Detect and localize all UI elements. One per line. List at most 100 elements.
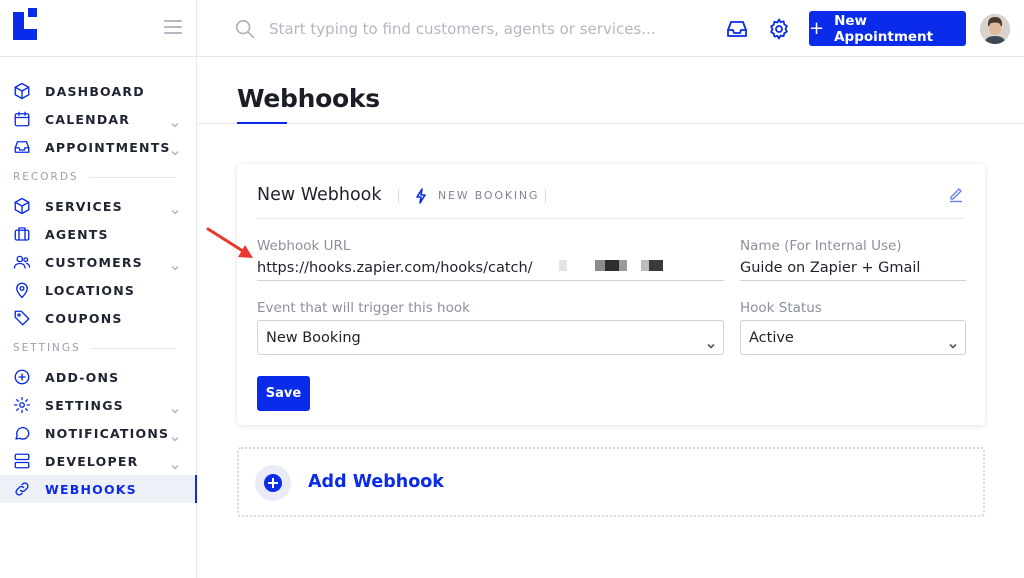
- search-input[interactable]: [269, 16, 689, 42]
- sidebar-header: [0, 0, 196, 57]
- redacted-block: [605, 260, 619, 271]
- top-bar: + New Appointment: [197, 0, 1024, 57]
- sidebar-item-agents[interactable]: AGENTS: [0, 220, 196, 248]
- name-label: Name (For Internal Use): [740, 238, 902, 254]
- divider: [545, 189, 546, 203]
- logo[interactable]: [13, 8, 41, 40]
- chevron-down-icon[interactable]: [171, 201, 179, 215]
- link-icon: [12, 479, 32, 499]
- add-webhook-button[interactable]: Add Webhook: [237, 447, 985, 517]
- sidebar-item-label: CALENDAR: [45, 111, 131, 127]
- sidebar-item-label: ADD-ONS: [45, 369, 120, 385]
- save-button[interactable]: Save: [257, 376, 310, 411]
- sidebar-item-dashboard[interactable]: DASHBOARD: [0, 77, 196, 105]
- chevron-down-icon[interactable]: [171, 428, 179, 442]
- records-nav: SERVICES AGENTS CUSTOMERS LOCATIONS COUP…: [0, 192, 196, 332]
- main-content: Webhooks New Webhook NEW BOOKING Webhook…: [197, 57, 1024, 578]
- sidebar-item-label: DASHBOARD: [45, 83, 145, 99]
- new-appointment-button[interactable]: + New Appointment: [809, 11, 966, 46]
- gear-icon: [12, 395, 32, 415]
- sidebar-item-add-ons[interactable]: ADD-ONS: [0, 363, 196, 391]
- sidebar-item-label: LOCATIONS: [45, 282, 136, 298]
- sidebar-item-label: AGENTS: [45, 226, 109, 242]
- webhook-url-input[interactable]: https://hooks.zapier.com/hooks/catch/: [257, 260, 533, 276]
- redacted-block: [559, 260, 567, 271]
- sidebar: DASHBOARD CALENDAR APPOINTMENTS RECORDS …: [0, 0, 197, 578]
- avatar[interactable]: [980, 14, 1010, 44]
- chevron-down-icon: [949, 335, 957, 349]
- sidebar-item-developer[interactable]: DEVELOPER: [0, 447, 196, 475]
- sidebar-item-label: APPOINTMENTS: [45, 139, 171, 155]
- cube-icon: [12, 81, 32, 101]
- calendar-icon: [12, 109, 32, 129]
- tag-icon: [12, 308, 32, 328]
- edit-icon[interactable]: [948, 185, 964, 203]
- sidebar-item-customers[interactable]: CUSTOMERS: [0, 248, 196, 276]
- chevron-down-icon[interactable]: [171, 456, 179, 470]
- page-title: Webhooks: [237, 84, 380, 113]
- inbox-icon[interactable]: [725, 17, 749, 41]
- name-input[interactable]: Guide on Zapier + Gmail: [740, 260, 920, 276]
- sidebar-item-locations[interactable]: LOCATIONS: [0, 276, 196, 304]
- map-pin-icon: [12, 280, 32, 300]
- redacted-block: [649, 260, 663, 271]
- redacted-block: [641, 260, 649, 271]
- chevron-down-icon[interactable]: [171, 257, 179, 271]
- section-heading-settings: SETTINGS: [0, 333, 196, 363]
- sidebar-item-webhooks[interactable]: WEBHOOKS: [0, 475, 197, 503]
- sidebar-item-settings[interactable]: SETTINGS: [0, 391, 196, 419]
- search-icon: [234, 18, 256, 40]
- event-select-value: New Booking: [266, 330, 361, 346]
- app: DASHBOARD CALENDAR APPOINTMENTS RECORDS …: [0, 0, 1024, 578]
- section-heading-records: RECORDS: [0, 162, 196, 192]
- sidebar-item-label: WEBHOOKS: [45, 481, 137, 497]
- menu-toggle-icon[interactable]: [164, 20, 182, 35]
- chevron-down-icon[interactable]: [171, 114, 179, 128]
- sidebar-item-label: DEVELOPER: [45, 453, 139, 469]
- sidebar-item-coupons[interactable]: COUPONS: [0, 304, 196, 332]
- users-icon: [12, 252, 32, 272]
- plus-icon: +: [809, 17, 825, 39]
- sidebar-item-calendar[interactable]: CALENDAR: [0, 105, 196, 133]
- chat-bubble-icon: [12, 423, 32, 443]
- chevron-down-icon[interactable]: [171, 400, 179, 414]
- webhook-card: New Webhook NEW BOOKING Webhook URL http…: [237, 164, 985, 425]
- divider: [398, 189, 399, 203]
- status-select[interactable]: Active: [740, 320, 966, 355]
- plus-circle-icon: [12, 367, 32, 387]
- new-appointment-label: New Appointment: [834, 12, 934, 45]
- sidebar-item-services[interactable]: SERVICES: [0, 192, 196, 220]
- cube-icon: [12, 196, 32, 216]
- sidebar-item-label: COUPONS: [45, 310, 123, 326]
- gear-icon[interactable]: [767, 17, 791, 41]
- chevron-down-icon[interactable]: [171, 142, 179, 156]
- webhook-card-title: New Webhook: [257, 185, 382, 205]
- main-nav: DASHBOARD CALENDAR APPOINTMENTS: [0, 77, 196, 161]
- sidebar-item-label: SETTINGS: [45, 397, 124, 413]
- event-select[interactable]: New Booking: [257, 320, 724, 355]
- divider: [257, 218, 965, 219]
- field-underline: [740, 280, 966, 281]
- inbox-icon: [12, 137, 32, 157]
- sidebar-item-label: SERVICES: [45, 198, 123, 214]
- webhook-url-label: Webhook URL: [257, 238, 351, 254]
- sidebar-item-label: NOTIFICATIONS: [45, 425, 170, 441]
- plus-circle-icon: [255, 465, 291, 501]
- sidebar-item-notifications[interactable]: NOTIFICATIONS: [0, 419, 196, 447]
- sidebar-item-appointments[interactable]: APPOINTMENTS: [0, 133, 196, 161]
- status-select-value: Active: [749, 330, 794, 346]
- add-webhook-label: Add Webhook: [308, 472, 444, 492]
- field-underline: [257, 280, 724, 281]
- lightning-icon: [415, 188, 427, 204]
- settings-nav: ADD-ONS SETTINGS NOTIFICATIONS DEVELOPER…: [0, 363, 197, 503]
- status-label: Hook Status: [740, 300, 822, 316]
- sidebar-item-label: CUSTOMERS: [45, 254, 143, 270]
- chevron-down-icon: [707, 335, 715, 349]
- event-tag: NEW BOOKING: [438, 189, 540, 202]
- event-label: Event that will trigger this hook: [257, 300, 470, 316]
- server-icon: [12, 451, 32, 471]
- redacted-block: [595, 260, 605, 271]
- divider: [197, 123, 1024, 124]
- redacted-block: [619, 260, 627, 271]
- briefcase-icon: [12, 224, 32, 244]
